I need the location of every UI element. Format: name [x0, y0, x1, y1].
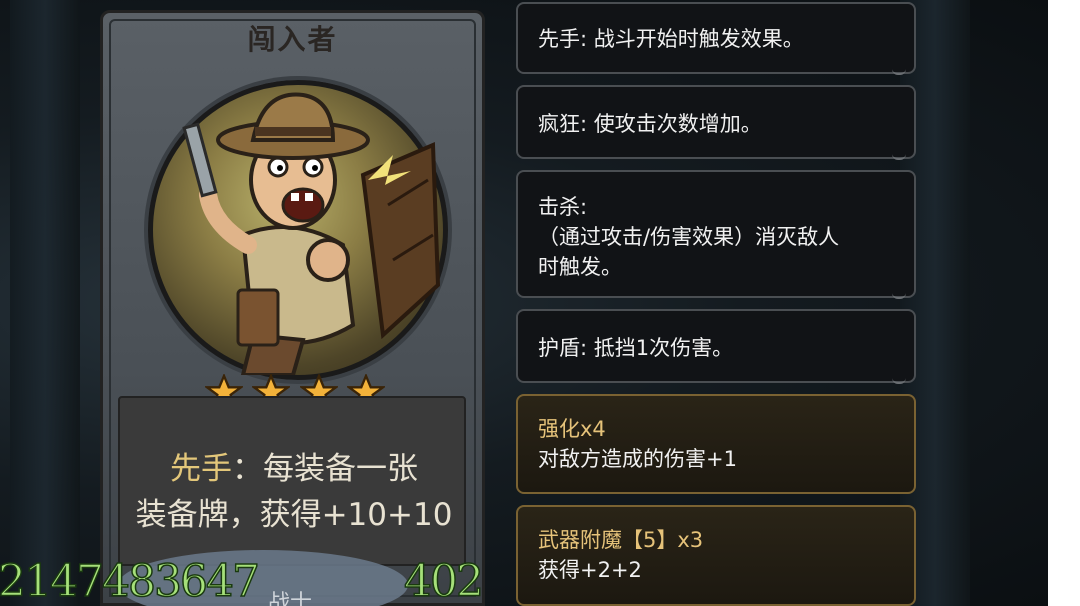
panel-text: 护盾: 抵挡1次伤害。 [538, 336, 734, 360]
keyword-panel-frenzy: 疯狂: 使攻击次数增加。 [516, 85, 916, 160]
panel-title: 武器附魔【5】x3 [538, 528, 704, 552]
buff-panel-weapon-enchant: 武器附魔【5】x3 获得+2+2 [516, 505, 916, 606]
game-scene: 闯入者 先手：每装备一张 装备牌，获得+10+10 战士 2147483647 … [0, 0, 1048, 606]
description-line2: 装备牌，获得+10+10 [135, 497, 453, 533]
blank-margin [1048, 0, 1080, 606]
adventurer-illustration [182, 92, 441, 375]
panel-text: 先手: 战斗开始时触发效果。 [538, 27, 804, 51]
card-name: 闯入者 [247, 23, 338, 56]
panel-body: 获得+2+2 [538, 558, 642, 582]
panel-body: 对敌方造成的伤害+1 [538, 447, 737, 471]
panel-corner [892, 150, 906, 160]
keyword-panel-kill: 击杀: （通过攻击/伤害效果）消灭敌人 时触发。 [516, 170, 916, 299]
card-description: 先手：每装备一张 装备牌，获得+10+10 [130, 446, 458, 538]
panel-corner [892, 289, 906, 299]
keyword-panel-first-strike: 先手: 战斗开始时触发效果。 [516, 2, 916, 75]
card-description-box: 先手：每装备一张 装备牌，获得+10+10 [118, 396, 466, 566]
panel-corner [892, 374, 906, 384]
panel-line2: （通过攻击/伤害效果）消灭敌人 [538, 225, 840, 249]
panel-text: 疯狂: 使攻击次数增加。 [538, 112, 762, 136]
class-label: 战士 [268, 591, 313, 606]
panel-line1: 击杀: [538, 195, 588, 219]
description-line1: ：每装备一张 [232, 451, 418, 487]
hero-card[interactable]: 闯入者 先手：每装备一张 装备牌，获得+10+10 战士 [100, 10, 485, 606]
panel-line3: 时触发。 [538, 255, 622, 279]
health-value: 402 [403, 555, 484, 606]
card-portrait [148, 80, 448, 380]
keyword-panel-shield: 护盾: 抵挡1次伤害。 [516, 309, 916, 384]
buff-panel-empower: 强化x4 对敌方造成的伤害+1 [516, 394, 916, 494]
background-pillar [10, 0, 80, 606]
panel-title: 强化x4 [538, 417, 606, 441]
attack-value: 2147483647 [0, 555, 261, 606]
panel-corner [892, 65, 906, 75]
description-keyword: 先手 [170, 451, 232, 487]
